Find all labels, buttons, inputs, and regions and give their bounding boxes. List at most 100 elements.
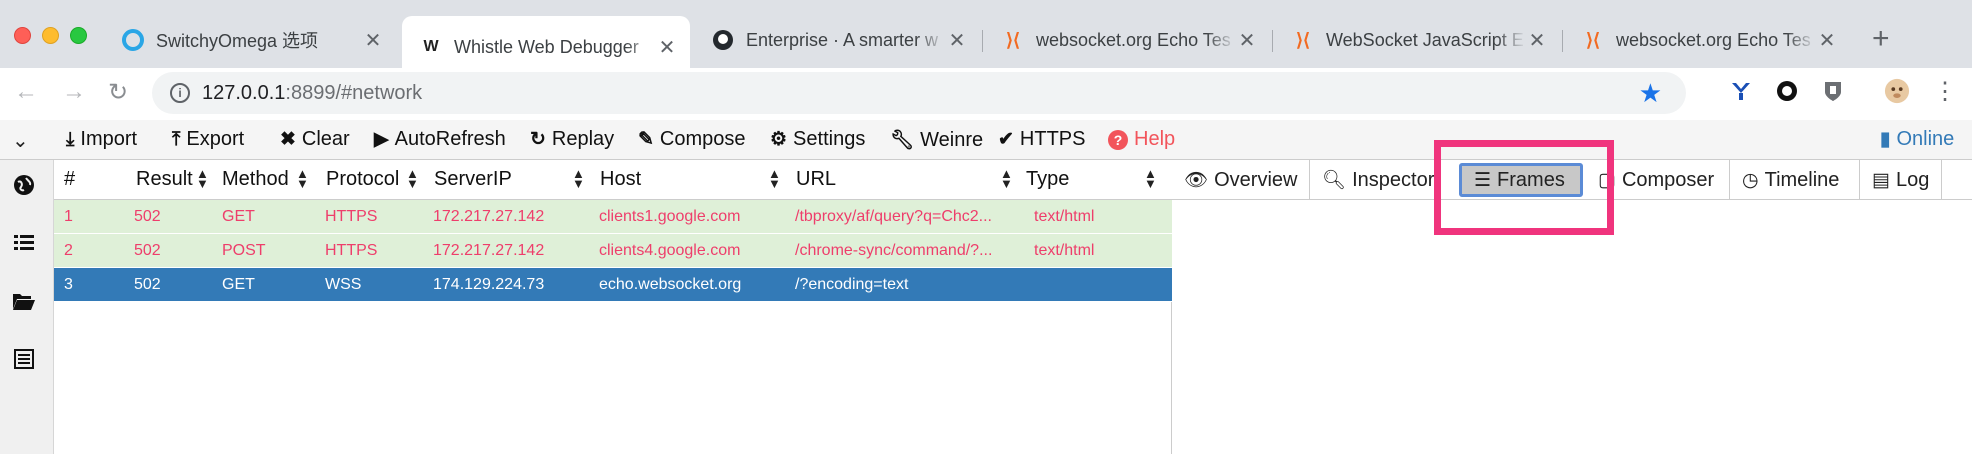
edit-icon: ▢ (1598, 169, 1616, 191)
tab-title: websocket.org Echo Tes (1036, 29, 1231, 50)
close-tab-icon[interactable]: ✕ (656, 35, 678, 60)
close-tab-icon[interactable]: ✕ (1236, 28, 1258, 53)
close-tab-icon[interactable]: ✕ (946, 28, 968, 53)
column-header-result[interactable]: Result (136, 168, 193, 191)
tab-composer[interactable]: ▢ Composer (1586, 160, 1730, 200)
cell-host: clients1.google.com (599, 208, 741, 225)
browser-toolbar: ← → ↻ i 127.0.0.1:8899/#network ★ (0, 68, 1972, 118)
cell-serverip: 172.217.27.142 (433, 208, 545, 225)
sort-icon[interactable]: ▲ ▼ (1000, 167, 1013, 190)
cell-url: /tbproxy/af/query?q=Chc2... (795, 208, 992, 225)
https-button[interactable]: ✔ HTTPS (998, 128, 1085, 151)
export-button[interactable]: ⤒ Export (172, 128, 244, 151)
sort-icon[interactable]: ▲ ▼ (1144, 167, 1157, 190)
import-button[interactable]: ⤓ Import (66, 128, 137, 151)
minimize-window-button[interactable] (42, 27, 59, 44)
cell-type: text/html (1034, 242, 1095, 259)
weinre-button[interactable]: 🔧︎ Weinre (890, 128, 983, 152)
extension-y-icon[interactable] (1728, 78, 1754, 104)
cell-result: 502 (134, 276, 161, 293)
table-row[interactable]: 1 502 GET HTTPS 172.217.27.142 clients1.… (54, 200, 1172, 234)
tab-timeline[interactable]: ◷ Timeline (1730, 160, 1860, 200)
list-icon[interactable] (11, 232, 37, 258)
tab-frames[interactable]: ☰ Frames (1459, 163, 1583, 197)
websocket-icon: ⟩⟨ (1585, 29, 1601, 50)
tab-title: WebSocket JavaScript E (1326, 29, 1524, 50)
close-tab-icon[interactable]: ✕ (1526, 28, 1548, 53)
globe-icon[interactable] (11, 174, 37, 200)
document-list-icon[interactable] (11, 348, 37, 374)
column-header-serverip[interactable]: ServerIP (434, 168, 512, 191)
sort-icon[interactable]: ▲ ▼ (296, 167, 309, 190)
replay-button[interactable]: ↻ Replay (530, 128, 614, 151)
browser-tab-websocket-js[interactable]: ⟩⟨ WebSocket JavaScript E ✕ (1274, 16, 1560, 64)
autorefresh-button[interactable]: ▶ AutoRefresh (374, 128, 506, 151)
cell-protocol: WSS (325, 276, 362, 293)
tab-title: SwitchyOmega 选项 (156, 31, 319, 51)
column-header-url[interactable]: URL (796, 168, 836, 191)
file-icon: ▤ (1872, 169, 1890, 191)
forward-arrow-icon[interactable]: → (62, 78, 86, 106)
cell-host: echo.websocket.org (599, 276, 742, 293)
websocket-icon: ⟩⟨ (1005, 29, 1021, 50)
browser-tab-github[interactable]: Enterprise · A smarter w ✕ (694, 16, 980, 64)
table-row-selected[interactable]: 3 502 GET WSS 174.129.224.73 echo.websoc… (54, 268, 1172, 302)
column-header-protocol[interactable]: Protocol (326, 168, 399, 191)
settings-button[interactable]: ⚙ Settings (770, 128, 865, 151)
tab-inspector[interactable]: 🔍︎ Inspector (1310, 160, 1436, 200)
table-header: # Result ▲ ▼ Method ▲ ▼ Protocol ▲ ▼ Server… (54, 160, 1172, 200)
sort-icon[interactable]: ▲ ▼ (768, 167, 781, 190)
column-header-type[interactable]: Type (1026, 168, 1069, 191)
tab-separator (982, 30, 983, 52)
extension-circle-icon[interactable] (1774, 78, 1800, 104)
profile-avatar[interactable] (1884, 78, 1910, 104)
help-button[interactable]: ? Help (1108, 128, 1175, 151)
compose-button[interactable]: ✎ Compose (638, 128, 746, 151)
back-arrow-icon[interactable]: ← (14, 78, 38, 106)
browser-menu-icon[interactable]: ⋮ (1932, 78, 1958, 105)
cell-protocol: HTTPS (325, 242, 378, 259)
cell-number: 3 (64, 276, 73, 293)
close-tab-icon[interactable]: ✕ (362, 28, 384, 53)
sort-icon[interactable]: ▲ ▼ (572, 167, 585, 190)
eye-icon: 👁︎ (1184, 170, 1209, 191)
info-icon[interactable]: i (170, 83, 190, 103)
tab-overview[interactable]: 👁︎ Overview (1172, 160, 1310, 200)
table-row[interactable]: 2 502 POST HTTPS 172.217.27.142 clients4… (54, 234, 1172, 268)
extension-shield-icon[interactable] (1820, 78, 1846, 104)
chevron-down-icon[interactable]: ⌄ (12, 128, 29, 153)
cell-url: /?encoding=text (795, 276, 909, 293)
tab-title: Enterprise · A smarter w (746, 29, 939, 50)
cell-host: clients4.google.com (599, 242, 741, 259)
sort-icon[interactable]: ▲ ▼ (406, 167, 419, 190)
online-button[interactable]: ▮ Online (1880, 128, 1954, 151)
cell-serverip: 172.217.27.142 (433, 242, 545, 259)
play-icon: ▶ (374, 129, 389, 150)
whistle-toolbar: ⌄ ⤓ Import ⤒ Export ✖ Clear ▶ AutoRefresh ↻ R… (0, 120, 1972, 160)
clear-button[interactable]: ✖ Clear (280, 128, 350, 151)
address-bar[interactable]: i 127.0.0.1:8899/#network ★ (152, 72, 1686, 114)
search-icon: 🔍︎ (1322, 170, 1347, 191)
websocket-icon: ⟩⟨ (1295, 29, 1311, 50)
column-header-number[interactable]: # (64, 168, 75, 191)
tab-title: websocket.org Echo Tes (1616, 29, 1811, 50)
browser-tab-websocket-echo-1[interactable]: ⟩⟨ websocket.org Echo Tes ✕ (984, 16, 1270, 64)
column-header-host[interactable]: Host (600, 168, 641, 191)
close-window-button[interactable] (14, 27, 31, 44)
bookmark-star-icon[interactable]: ★ (1639, 78, 1662, 109)
reload-icon[interactable]: ↻ (108, 78, 128, 107)
new-tab-icon[interactable]: + (1872, 22, 1890, 56)
clock-icon: ◷ (1742, 169, 1759, 191)
address-url: 127.0.0.1:8899/#network (202, 82, 423, 104)
folder-open-icon[interactable] (11, 290, 37, 316)
refresh-icon: ↻ (530, 129, 546, 150)
zoom-window-button[interactable] (70, 27, 87, 44)
tab-log[interactable]: ▤ Log (1860, 160, 1942, 200)
browser-tab-websocket-echo-2[interactable]: ⟩⟨ websocket.org Echo Tes ✕ (1564, 16, 1850, 64)
cell-type: text/html (1034, 208, 1095, 225)
column-header-method[interactable]: Method (222, 168, 289, 191)
edit-icon: ✎ (638, 129, 654, 150)
close-tab-icon[interactable]: ✕ (1816, 28, 1838, 53)
browser-tab-switchyomega[interactable]: SwitchyOmega 选项 ✕ (104, 16, 396, 64)
sort-icon[interactable]: ▲ ▼ (196, 167, 209, 190)
